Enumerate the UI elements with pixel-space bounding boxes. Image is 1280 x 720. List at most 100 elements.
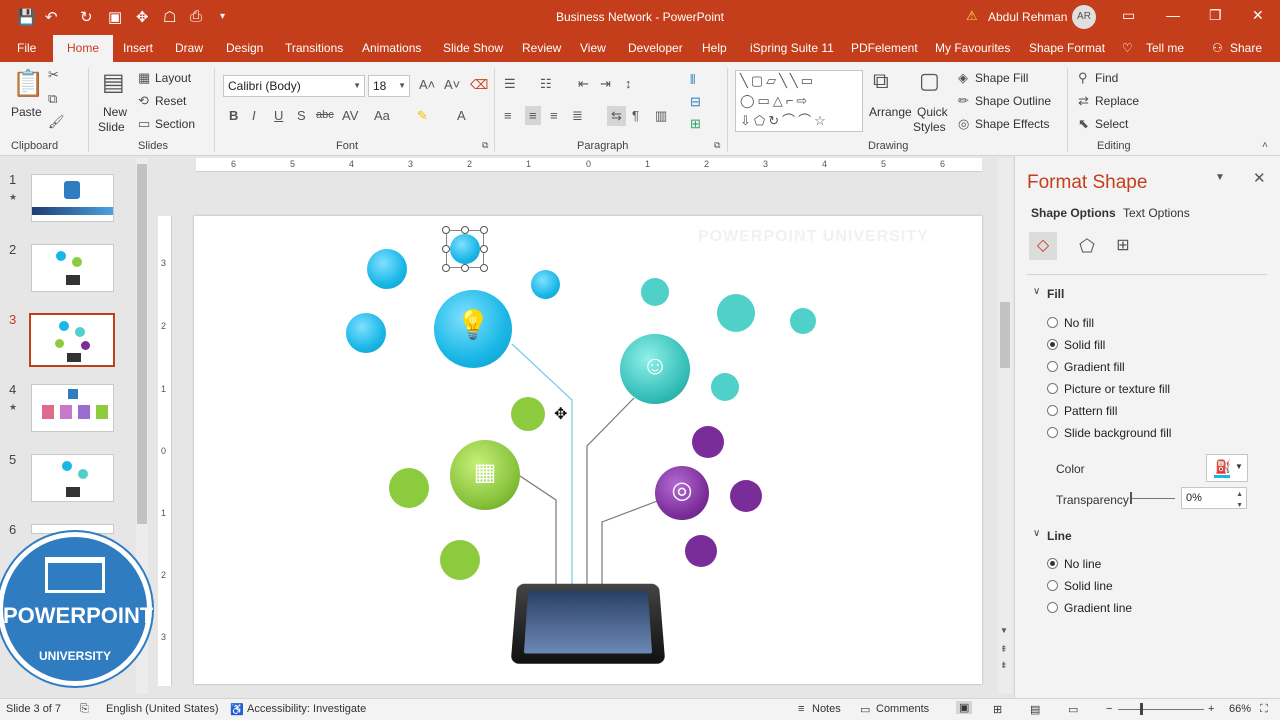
comments-button[interactable]: Comments — [876, 703, 929, 715]
teal-circle[interactable] — [641, 278, 669, 306]
fill-option-label[interactable]: No fill — [1064, 316, 1094, 330]
underline-icon[interactable]: U — [274, 108, 283, 123]
line-section-header[interactable]: Line — [1047, 529, 1072, 543]
quick-styles-label-1[interactable]: Quick — [917, 105, 948, 119]
fill-line-icon[interactable]: ◇ — [1029, 232, 1057, 260]
pane-options-icon[interactable]: ▼ — [1215, 172, 1225, 183]
paragraph-direction-icon[interactable]: ¶ — [632, 108, 639, 123]
minimize-icon[interactable]: — — [1166, 7, 1180, 23]
avatar[interactable]: AR — [1072, 5, 1096, 29]
collapse-ribbon-icon[interactable]: ˄ — [1262, 140, 1268, 151]
font-color-icon[interactable]: A — [457, 108, 466, 123]
justify-icon[interactable]: ≣ — [572, 108, 583, 124]
shape-effects-button[interactable]: Shape Effects — [975, 117, 1050, 131]
green-circle[interactable] — [440, 540, 480, 580]
paste-button[interactable]: Paste — [11, 105, 42, 119]
tab-animations[interactable]: Animations — [362, 35, 421, 62]
previous-slide-icon[interactable]: ⇞ — [1000, 644, 1008, 655]
slide-thumbnail-3[interactable] — [29, 313, 115, 367]
color-picker-button[interactable]: ⛽ ▼ — [1206, 454, 1248, 482]
strikethrough-icon[interactable]: abc — [316, 109, 334, 121]
bullets-icon[interactable]: ☰ — [504, 76, 516, 92]
language-indicator[interactable]: English (United States) — [106, 703, 219, 715]
font-name-select[interactable]: Calibri (Body) ▼ — [223, 75, 365, 97]
highlight-icon[interactable]: ✎ — [417, 108, 428, 124]
tab-help[interactable]: Help — [702, 35, 727, 62]
head-gear-node[interactable]: ☺ — [620, 334, 690, 404]
reading-view-icon[interactable]: ▤ — [1030, 703, 1040, 716]
close-icon[interactable]: ✕ — [1252, 7, 1264, 24]
line-option-label[interactable]: Solid line — [1064, 579, 1113, 593]
bold-icon[interactable]: B — [229, 108, 238, 123]
cyan-circle[interactable] — [346, 313, 386, 353]
increase-font-icon[interactable]: A˄ — [419, 77, 435, 92]
align-right-icon[interactable]: ≡ — [550, 108, 558, 123]
slideshow-view-icon[interactable]: ▭ — [1068, 703, 1078, 716]
select-button[interactable]: Select — [1095, 117, 1128, 131]
tab-file[interactable]: File — [17, 35, 36, 62]
resize-handle[interactable] — [442, 226, 450, 234]
tab-review[interactable]: Review — [522, 35, 561, 62]
arrange-icon[interactable]: ⧉ — [873, 68, 889, 94]
tab-shape-format[interactable]: Shape Format — [1029, 35, 1105, 62]
decrease-font-icon[interactable]: A˅ — [444, 77, 460, 92]
radio-no-line[interactable] — [1047, 558, 1058, 569]
shape-outline-button[interactable]: Shape Outline — [975, 94, 1051, 108]
fill-option-label[interactable]: Gradient fill — [1064, 360, 1125, 374]
connector-line[interactable] — [512, 344, 572, 586]
target-node[interactable]: ◎ — [655, 466, 709, 520]
zoom-level[interactable]: 66% — [1229, 703, 1251, 715]
notes-button[interactable]: Notes — [812, 703, 841, 715]
green-circle[interactable] — [389, 468, 429, 508]
radio-gradient-line[interactable] — [1047, 602, 1058, 613]
purple-circle[interactable] — [685, 535, 717, 567]
fill-option-label[interactable]: Solid fill — [1064, 338, 1105, 352]
tab-insert[interactable]: Insert — [123, 35, 153, 62]
quick-styles-icon[interactable]: ▢ — [919, 68, 940, 94]
new-slide-icon[interactable]: ▤ — [102, 68, 125, 97]
new-slide-label-2[interactable]: Slide — [98, 120, 125, 134]
resize-handle[interactable] — [442, 264, 450, 272]
fill-option-label[interactable]: Pattern fill — [1064, 404, 1117, 418]
radio-slide-background-fill[interactable] — [1047, 427, 1058, 438]
tab-text-options[interactable]: Text Options — [1123, 206, 1190, 220]
fill-option-label[interactable]: Picture or texture fill — [1064, 382, 1170, 396]
spell-check-icon[interactable]: ⎘ — [80, 703, 89, 716]
section-button[interactable]: Section — [155, 117, 195, 131]
teal-circle[interactable] — [717, 294, 755, 332]
size-properties-icon[interactable]: ⊞ — [1109, 232, 1137, 260]
next-slide-icon[interactable]: ⇟ — [1000, 660, 1008, 671]
shadow-icon[interactable]: S — [297, 108, 306, 123]
shapes-gallery[interactable]: ╲▢▱╲╲▭ ◯▭△⌐⇨ ⇩⬠↻⌒⌒☆ — [735, 70, 863, 132]
clear-formatting-icon[interactable]: ⌫ — [470, 77, 488, 93]
font-size-select[interactable]: 18 ▼ — [368, 75, 410, 97]
copy-icon[interactable]: ⧉ — [48, 91, 57, 107]
text-direction-icon[interactable]: ⇆ — [607, 106, 626, 126]
purple-circle[interactable] — [730, 480, 762, 512]
effects-icon[interactable]: ⬠ — [1073, 232, 1101, 260]
radio-picture-fill[interactable] — [1047, 383, 1058, 394]
paste-icon[interactable]: 📋 — [12, 68, 44, 99]
align-left-icon[interactable]: ≡ — [504, 108, 512, 123]
tab-shape-options[interactable]: Shape Options — [1031, 206, 1116, 220]
teal-circle[interactable] — [790, 308, 816, 334]
scrollbar-thumb[interactable] — [1000, 302, 1010, 368]
increase-indent-icon[interactable]: ⇥ — [600, 76, 611, 92]
slide-thumbnail-4[interactable] — [31, 384, 114, 432]
line-spacing-icon[interactable]: ↕ — [625, 76, 632, 91]
connector-line[interactable] — [602, 500, 660, 586]
text-direction-vertical-icon[interactable]: ⫴ — [690, 72, 695, 88]
quick-styles-label-2[interactable]: Styles — [913, 120, 946, 134]
green-circle[interactable] — [511, 397, 545, 431]
tab-view[interactable]: View — [580, 35, 606, 62]
tab-transitions[interactable]: Transitions — [285, 35, 343, 62]
cut-icon[interactable]: ✂ — [48, 67, 59, 83]
normal-view-icon[interactable]: ▣ — [956, 701, 972, 714]
slide-scrollbar[interactable]: ▼ ⇞ ⇟ — [998, 158, 1012, 694]
cyan-circle[interactable] — [367, 249, 407, 289]
teal-circle[interactable] — [711, 373, 739, 401]
fit-slide-icon[interactable]: ⛶ — [1260, 703, 1268, 716]
layout-button[interactable]: Layout — [155, 71, 191, 85]
find-button[interactable]: Find — [1095, 71, 1118, 85]
zoom-out-icon[interactable]: − — [1106, 703, 1112, 715]
